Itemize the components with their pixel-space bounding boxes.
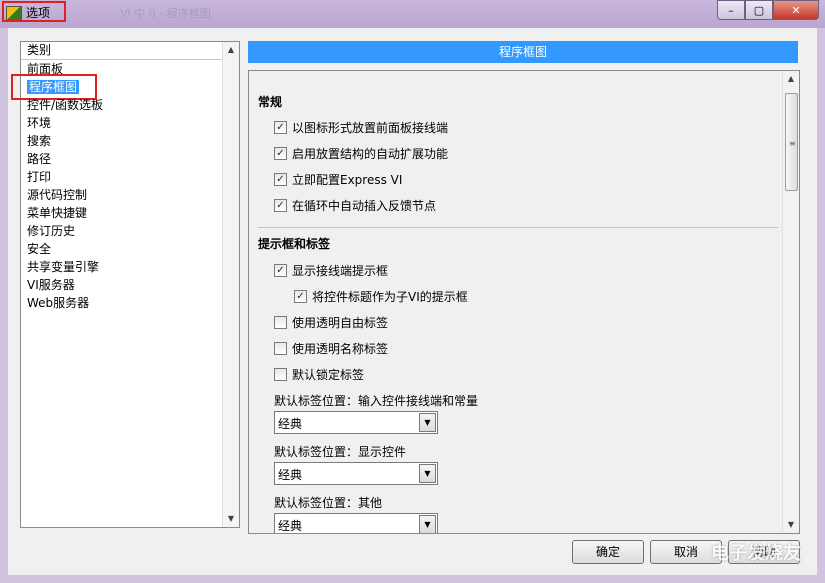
minimize-button[interactable]: – (717, 0, 745, 20)
category-item-paths[interactable]: 路径 (21, 150, 239, 168)
scrollbar-thumb[interactable]: ≡ (785, 93, 798, 191)
category-item-palettes[interactable]: 控件/函数选板 (21, 96, 239, 114)
option-row[interactable]: ✓ 以图标形式放置前面板接线端 (274, 119, 448, 135)
page-title: 程序框图 (248, 41, 798, 63)
checkbox[interactable] (274, 341, 287, 355)
label-position-indicators-select[interactable]: 经典 ▼ (274, 462, 438, 485)
scroll-up-arrow-icon[interactable]: ▲ (223, 42, 239, 58)
checkbox[interactable]: ✓ (274, 120, 287, 134)
dialog-body: 类别 前面板 程序框图 控件/函数选板 环境 搜索 路径 打印 源代码控制 菜单… (8, 28, 817, 575)
ok-button[interactable]: 确定 (572, 540, 644, 564)
category-label: 打印 (27, 170, 52, 184)
option-row[interactable]: ✓ 立即配置Express VI (274, 171, 402, 187)
select-value: 经典 (278, 468, 303, 482)
category-header: 类别 (21, 42, 239, 60)
category-list[interactable]: 类别 前面板 程序框图 控件/函数选板 环境 搜索 路径 打印 源代码控制 菜单… (11, 41, 240, 528)
category-label: 控件/函数选板 (27, 98, 104, 112)
scroll-down-arrow-icon[interactable]: ▼ (223, 511, 239, 527)
checkbox[interactable] (274, 367, 287, 381)
category-item-source-control[interactable]: 源代码控制 (21, 186, 239, 204)
checkbox[interactable]: ✓ (274, 146, 287, 160)
option-row[interactable]: ✓ 将控件标题作为子VI的提示框 (294, 288, 468, 304)
watermark-logo: 电子发烧友 (711, 543, 801, 564)
option-row[interactable]: ✓ 在循环中自动插入反馈节点 (274, 197, 436, 213)
label-position-other-select[interactable]: 经典 ▼ (274, 513, 438, 533)
category-label: VI服务器 (27, 278, 75, 292)
category-label: 菜单快捷键 (27, 206, 88, 220)
category-item-web-server[interactable]: Web服务器 (21, 294, 239, 312)
option-row[interactable]: ✓ 启用放置结构的自动扩展功能 (274, 145, 448, 161)
settings-panel: 常规 ✓ 以图标形式放置前面板接线端 ✓ 启用放置结构的自动扩展功能 ✓ 立即配… (248, 70, 800, 534)
scroll-down-arrow-icon[interactable]: ▼ (783, 517, 799, 533)
category-item-printing[interactable]: 打印 (21, 168, 239, 186)
option-label: 将控件标题作为子VI的提示框 (312, 289, 468, 304)
option-label: 启用放置结构的自动扩展功能 (292, 146, 449, 161)
category-label: 源代码控制 (27, 188, 88, 202)
select-label: 默认标签位置：显示控件 (274, 445, 407, 459)
category-label: 环境 (27, 116, 52, 130)
dropdown-arrow-icon[interactable]: ▼ (419, 413, 436, 432)
option-row[interactable]: 默认锁定标签 (274, 366, 364, 382)
close-button[interactable]: ✕ (773, 0, 819, 20)
category-item-menu-shortcuts[interactable]: 菜单快捷键 (21, 204, 239, 222)
category-item-revision-history[interactable]: 修订历史 (21, 222, 239, 240)
option-label: 在循环中自动插入反馈节点 (292, 198, 437, 213)
dropdown-arrow-icon[interactable]: ▼ (419, 515, 436, 533)
checkbox[interactable]: ✓ (274, 172, 287, 186)
option-label: 使用透明自由标签 (292, 315, 389, 330)
label-position-controls-select[interactable]: 经典 ▼ (274, 411, 438, 434)
option-label: 显示接线端提示框 (292, 263, 389, 278)
category-label: 搜索 (27, 134, 52, 148)
scroll-up-arrow-icon[interactable]: ▲ (783, 71, 799, 87)
section-heading-general: 常规 (258, 95, 283, 109)
dropdown-arrow-icon[interactable]: ▼ (419, 464, 436, 483)
checkbox[interactable]: ✓ (274, 263, 287, 277)
settings-scrollbar[interactable]: ▲ ≡ ▼ (782, 71, 799, 533)
category-item-block-diagram[interactable]: 程序框图 (11, 74, 239, 100)
category-label: 安全 (27, 242, 52, 256)
option-row[interactable]: ✓ 显示接线端提示框 (274, 262, 388, 278)
maximize-button[interactable]: ▢ (745, 0, 773, 20)
background-window-title: VI 中 0 - 程序框图 (120, 7, 211, 20)
checkbox[interactable]: ✓ (294, 289, 307, 303)
select-value: 经典 (278, 519, 303, 533)
option-label: 使用透明名称标签 (292, 341, 389, 356)
category-item-shared-variable-engine[interactable]: 共享变量引擎 (21, 258, 239, 276)
option-label: 以图标形式放置前面板接线端 (292, 120, 449, 135)
category-label: Web服务器 (27, 296, 90, 310)
category-item-vi-server[interactable]: VI服务器 (21, 276, 239, 294)
section-heading-tips-labels: 提示框和标签 (258, 237, 331, 251)
section-divider (258, 227, 778, 228)
select-value: 经典 (278, 417, 303, 431)
category-scrollbar[interactable]: ▲ ▼ (222, 42, 239, 527)
category-item-security[interactable]: 安全 (21, 240, 239, 258)
option-row[interactable]: 使用透明自由标签 (274, 314, 388, 330)
category-label: 共享变量引擎 (27, 260, 100, 274)
title-bar: 选项 VI 中 0 - 程序框图 – ▢ ✕ (0, 0, 825, 28)
category-label: 路径 (27, 152, 52, 166)
checkbox[interactable] (274, 315, 287, 329)
category-item-environment[interactable]: 环境 (21, 114, 239, 132)
option-row[interactable]: 使用透明名称标签 (274, 340, 388, 356)
category-item-search[interactable]: 搜索 (21, 132, 239, 150)
category-label: 修订历史 (27, 224, 76, 238)
checkbox[interactable]: ✓ (274, 198, 287, 212)
select-label: 默认标签位置：输入控件接线端和常量 (274, 394, 479, 408)
option-label: 立即配置Express VI (292, 172, 403, 187)
option-label: 默认锁定标签 (292, 367, 365, 382)
select-label: 默认标签位置：其他 (274, 496, 383, 510)
title-highlight-box (2, 1, 66, 22)
